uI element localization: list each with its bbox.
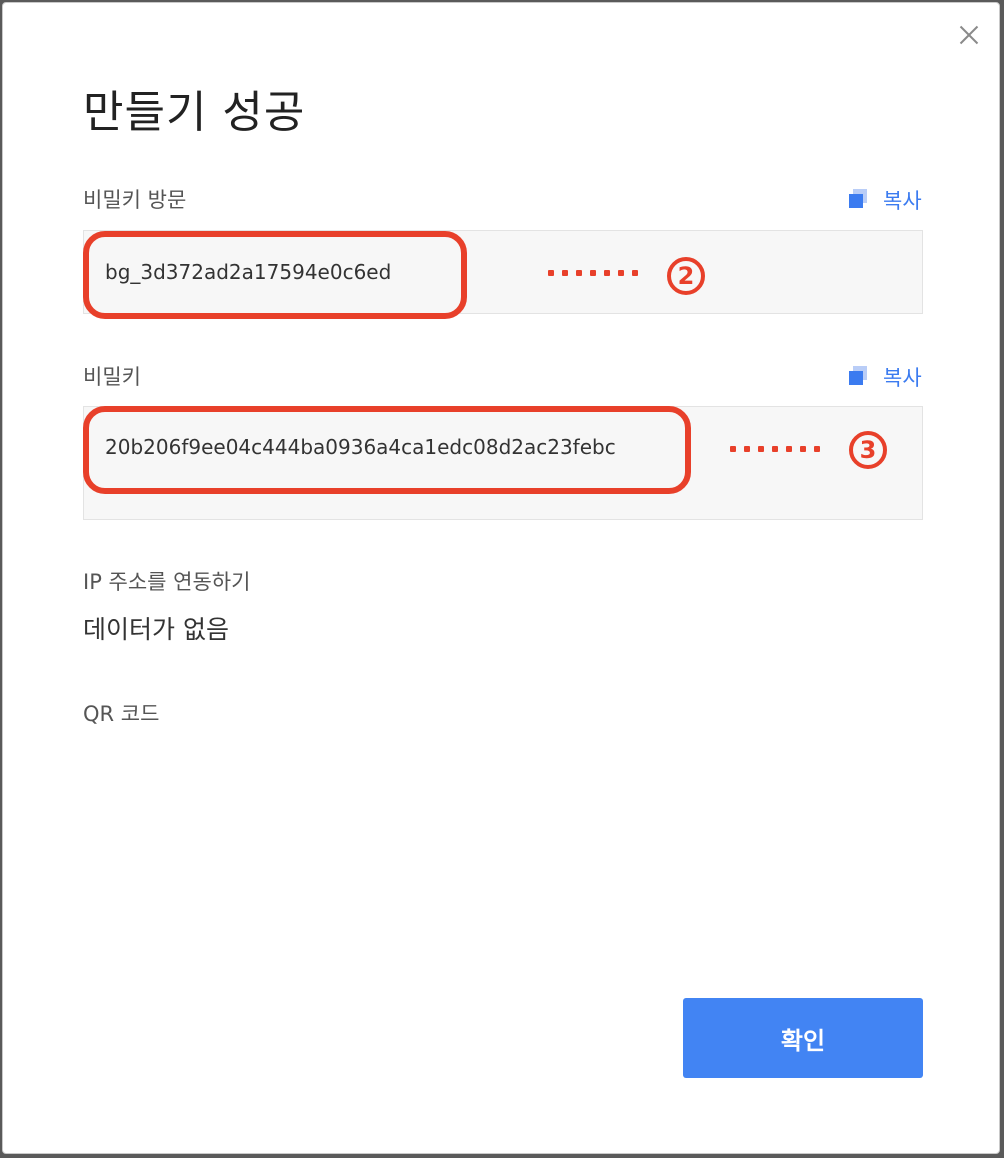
annotation-marker-2: 2 [667,257,705,295]
qr-code-area [83,743,303,963]
secret-key-label: 비밀키 [83,365,141,389]
ip-binding-label: IP 주소를 연동하기 [83,570,251,594]
copy-secret-key-label: 복사 [883,366,922,390]
annotation-marker-3: 3 [849,431,887,469]
copy-access-key-label: 복사 [883,189,922,213]
copy-icon [847,189,869,211]
qr-code-label: QR 코드 [83,702,160,726]
confirm-button[interactable]: 확인 [683,998,923,1078]
dialog-title: 만들기 성공 [83,87,306,138]
copy-icon [847,366,869,388]
ip-binding-empty-text: 데이터가 없음 [83,615,229,644]
success-dialog: 만들기 성공 비밀키 방문 복사 bg_3d372ad2a17594e0c6ed… [2,2,1000,1154]
copy-access-key-button[interactable]: 복사 [847,186,922,214]
access-key-value: bg_3d372ad2a17594e0c6ed [105,260,392,284]
access-key-label: 비밀키 방문 [83,188,187,212]
copy-secret-key-button[interactable]: 복사 [847,363,922,391]
close-icon[interactable] [955,21,983,49]
secret-key-value: 20b206f9ee04c444ba0936a4ca1edc08d2ac23fe… [105,435,616,459]
access-key-annotation-leader [548,270,638,278]
secret-key-annotation-leader [730,446,820,454]
